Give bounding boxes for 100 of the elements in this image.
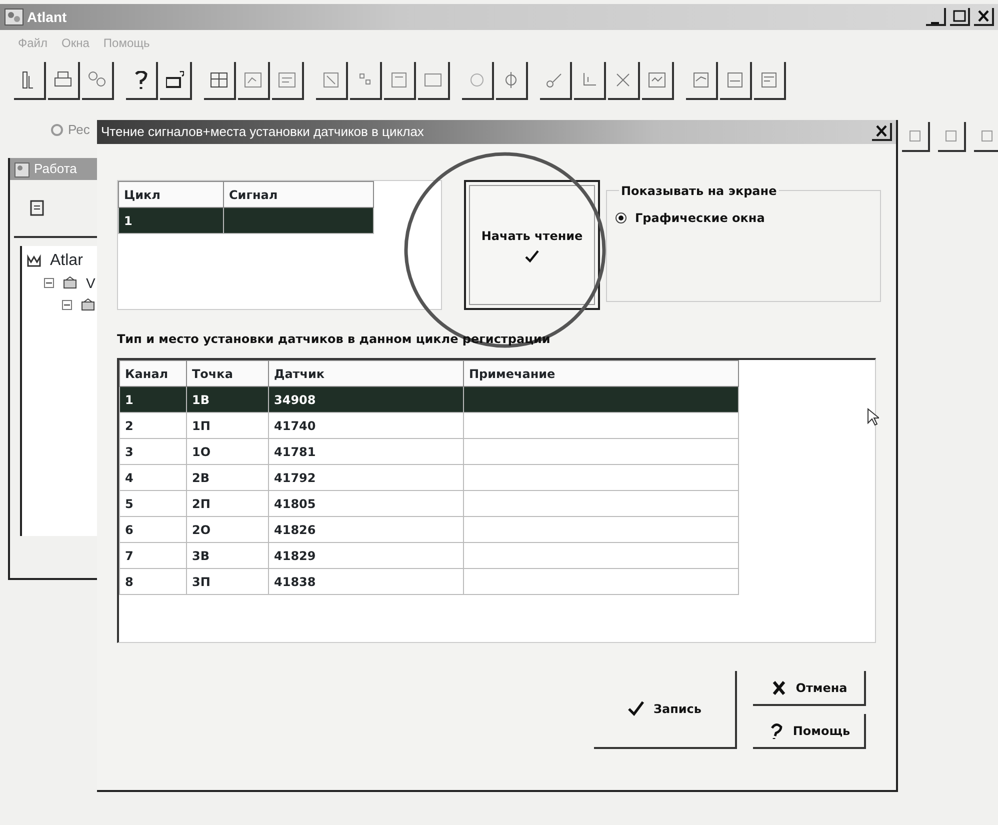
table-cell[interactable]: 1О <box>186 438 268 464</box>
toolbar-button[interactable] <box>902 122 930 152</box>
toolbar-label: Рес <box>68 121 90 140</box>
column-header: Примечание <box>464 360 738 386</box>
toolbar-button[interactable] <box>754 62 786 100</box>
check-icon <box>627 700 646 718</box>
table-cell[interactable]: 2П <box>186 490 268 516</box>
table-cell[interactable]: 3П <box>186 568 268 594</box>
toolbar-button[interactable] <box>540 62 572 100</box>
printer-icon <box>54 71 72 89</box>
column-header: Точка <box>186 360 268 386</box>
gear-icon <box>50 122 64 137</box>
help-button[interactable]: Помощь <box>753 714 866 749</box>
minimize-icon <box>931 22 939 24</box>
table-cell[interactable]: 1В <box>186 386 268 412</box>
toolbar-button[interactable] <box>14 62 46 100</box>
panel-icon <box>14 162 30 178</box>
table-cell[interactable]: 41792 <box>268 464 464 490</box>
toolbar-button[interactable] <box>238 62 270 100</box>
toolbar-button[interactable] <box>418 62 450 100</box>
frame-icon <box>424 71 442 89</box>
table-cell[interactable]: 5 <box>120 490 186 516</box>
window-icon <box>726 71 744 89</box>
toolbar-button[interactable] <box>384 62 416 100</box>
toolbar-button[interactable] <box>642 62 674 100</box>
toolbar-button[interactable] <box>316 62 348 100</box>
column-header: Сигнал <box>224 182 374 208</box>
panel-title: Работа <box>34 160 77 178</box>
table-cell[interactable]: 1 <box>118 208 224 234</box>
graph-icon <box>648 71 666 89</box>
list-icon <box>278 71 296 89</box>
node-icon <box>80 298 96 312</box>
toolbar-button[interactable] <box>686 62 718 100</box>
form-icon <box>390 71 408 89</box>
circles-icon <box>88 71 106 89</box>
table-cell[interactable]: 1П <box>186 412 268 438</box>
table-cell[interactable]: 1 <box>120 386 186 412</box>
toolbar-button[interactable] <box>574 62 606 100</box>
table-cell[interactable]: 41826 <box>268 516 464 542</box>
maximize-button[interactable] <box>950 8 970 26</box>
table-cell[interactable]: 41805 <box>268 490 464 516</box>
crown-icon <box>26 254 42 268</box>
document-icon <box>28 198 46 217</box>
window-icon <box>760 71 778 89</box>
table-cell[interactable]: 41838 <box>268 568 464 594</box>
toolbar-button[interactable] <box>938 122 966 152</box>
toolbar-button[interactable] <box>48 62 80 100</box>
chart-icon <box>244 71 262 89</box>
table-cell[interactable]: 2 <box>120 412 186 438</box>
book-help-icon <box>166 71 184 89</box>
toolbar-button[interactable] <box>462 62 494 100</box>
table-cell[interactable]: 3В <box>186 542 268 568</box>
toolbar-button[interactable] <box>350 62 382 100</box>
toolbar-button[interactable] <box>204 62 236 100</box>
toolbar-button[interactable] <box>160 62 192 100</box>
toolbar-button[interactable] <box>496 62 528 100</box>
table-cell[interactable]: 4 <box>120 464 186 490</box>
option-label: Графические окна <box>635 210 765 227</box>
window-icon <box>692 71 710 89</box>
table-cell[interactable]: 34908 <box>268 386 464 412</box>
square-icon <box>980 129 994 143</box>
circle-icon <box>468 71 486 89</box>
toolbar-button[interactable] <box>82 62 114 100</box>
close-icon <box>976 9 990 23</box>
table-cell[interactable]: 2В <box>186 464 268 490</box>
dialog-title: Чтение сигналов+места установки датчиков в циклах <box>101 123 424 142</box>
crossed-square-icon <box>322 71 340 89</box>
toolbar-button[interactable] <box>126 62 158 100</box>
table-cell[interactable]: 6 <box>120 516 186 542</box>
table-cell[interactable]: 2О <box>186 516 268 542</box>
table-cell[interactable]: 41781 <box>268 438 464 464</box>
minimize-button[interactable] <box>926 8 946 26</box>
start-reading-button[interactable]: Начать чтение <box>464 180 600 310</box>
square-icon <box>944 129 958 143</box>
collapse-icon[interactable] <box>62 300 72 310</box>
app-icon <box>4 8 24 26</box>
tree-item[interactable]: Atlar <box>50 249 83 273</box>
cancel-button[interactable]: Отмена <box>753 671 866 706</box>
table-cell[interactable]: 7 <box>120 542 186 568</box>
column-header: Датчик <box>268 360 464 386</box>
toolbar-button[interactable] <box>272 62 304 100</box>
window-title: Atlant <box>27 8 67 26</box>
check-icon <box>524 249 540 263</box>
toolbar-button[interactable] <box>720 62 752 100</box>
table-cell[interactable]: 41829 <box>268 542 464 568</box>
column-header: Канал <box>120 360 186 386</box>
grid-icon <box>210 71 228 89</box>
save-button[interactable]: Запись <box>594 671 737 749</box>
table-cell[interactable]: 8 <box>120 568 186 594</box>
maximize-icon <box>952 9 966 23</box>
table-cell[interactable]: 3 <box>120 438 186 464</box>
probe-icon <box>546 71 564 89</box>
table-cell[interactable]: 41740 <box>268 412 464 438</box>
toolbar-button[interactable] <box>608 62 640 100</box>
tree-item[interactable]: V <box>86 272 96 294</box>
node-icon <box>62 276 78 290</box>
close-button[interactable] <box>974 8 994 26</box>
collapse-icon[interactable] <box>44 278 54 288</box>
close-icon <box>874 124 888 138</box>
close-button[interactable] <box>872 123 892 141</box>
